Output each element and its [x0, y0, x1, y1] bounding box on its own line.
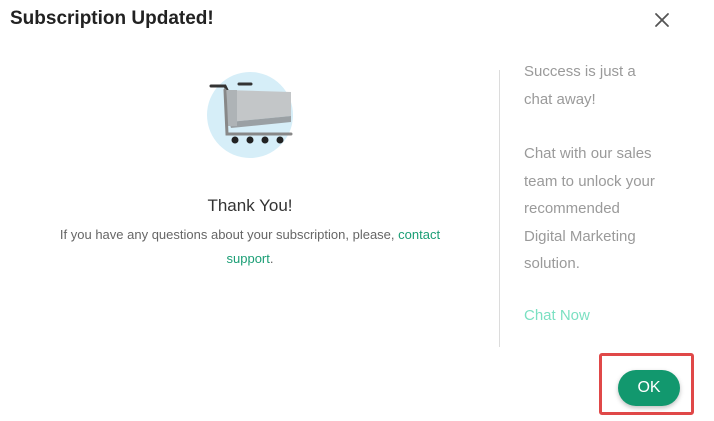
help-text: If you have any questions about your sub… [40, 223, 460, 271]
promo-line: Digital Marketing [524, 227, 636, 245]
help-text-suffix: . [269, 251, 274, 266]
close-icon [655, 13, 669, 27]
promo-line: recommended [524, 200, 620, 217]
promo-panel: Success is just a chat away! Chat with o… [524, 58, 694, 278]
promo-line: Chat with our sales [524, 145, 652, 162]
promo-line: team to unlock your [524, 172, 655, 190]
promo-line: chat away! [524, 90, 596, 108]
close-button[interactable] [650, 8, 674, 32]
ok-button[interactable]: OK [618, 370, 680, 406]
promo-line: Success is just a [524, 63, 636, 80]
confirmation-panel: Thank You! If you have any questions abo… [0, 60, 500, 350]
promo-gap [524, 113, 694, 140]
panel-divider [499, 70, 500, 347]
thank-you-heading: Thank You! [207, 196, 293, 215]
subscription-dialog: Subscription Updated! Thank You! If you … [0, 0, 714, 421]
shopping-cart-icon [207, 72, 293, 158]
help-text-prefix: If you have any questions about your sub… [59, 227, 399, 242]
promo-line: solution. [524, 255, 580, 272]
chat-now-link[interactable]: Chat Now [524, 307, 590, 324]
dialog-title: Subscription Updated! [10, 8, 214, 29]
